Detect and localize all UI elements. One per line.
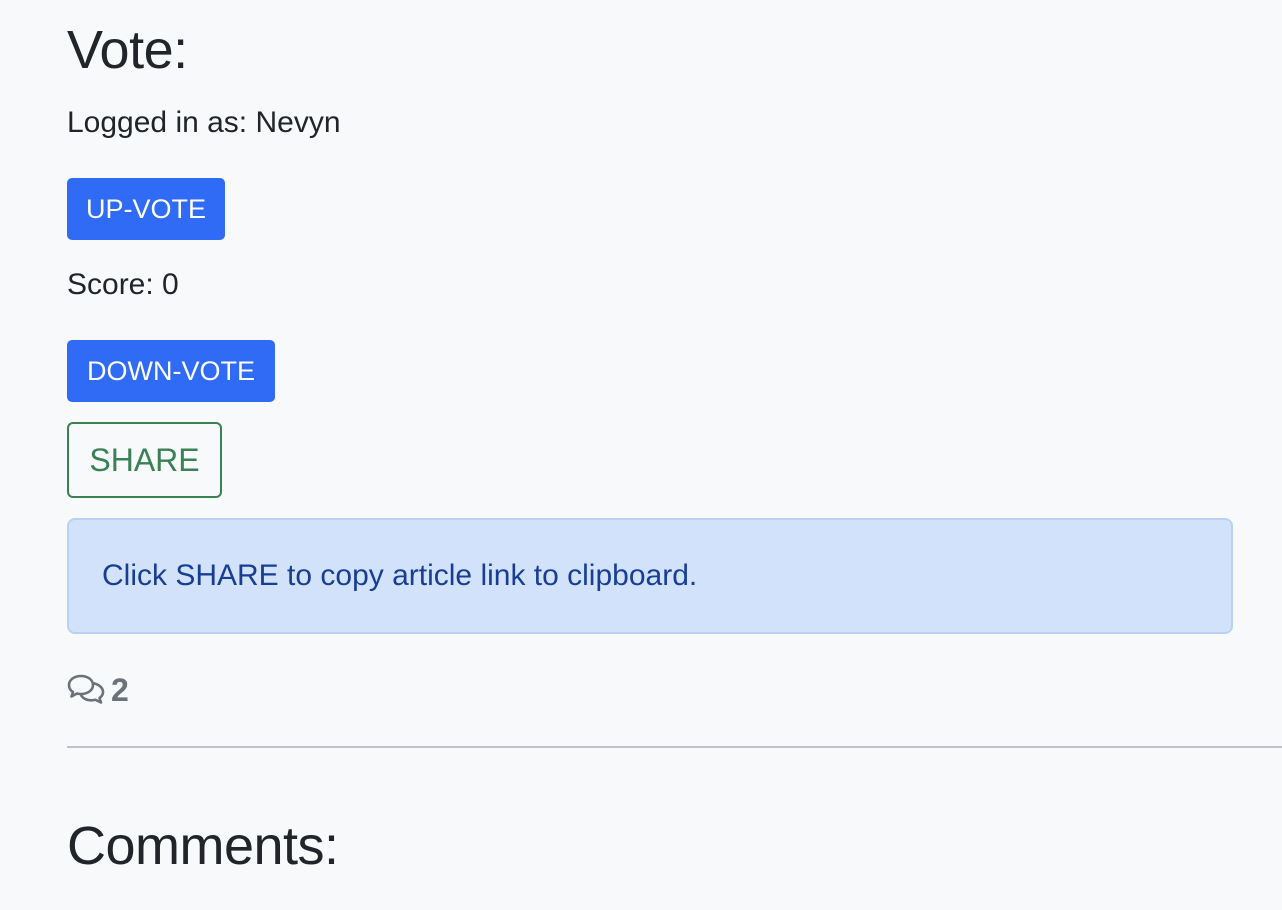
comment-count: 2 (67, 670, 129, 710)
comment-count-value: 2 (111, 672, 129, 708)
section-divider (67, 746, 1282, 748)
share-info-text: Click SHARE to copy article link to clip… (102, 559, 698, 592)
score-text: Score: 0 (67, 268, 179, 301)
vote-heading: Vote: (67, 20, 188, 80)
comments-heading: Comments: (67, 816, 339, 876)
logged-in-text: Logged in as: Nevyn (67, 106, 341, 139)
comments-icon (67, 673, 105, 707)
share-info-alert: Click SHARE to copy article link to clip… (67, 518, 1233, 634)
share-button[interactable]: SHARE (67, 422, 222, 498)
upvote-button[interactable]: UP-VOTE (67, 178, 225, 240)
downvote-button[interactable]: DOWN-VOTE (67, 340, 275, 402)
